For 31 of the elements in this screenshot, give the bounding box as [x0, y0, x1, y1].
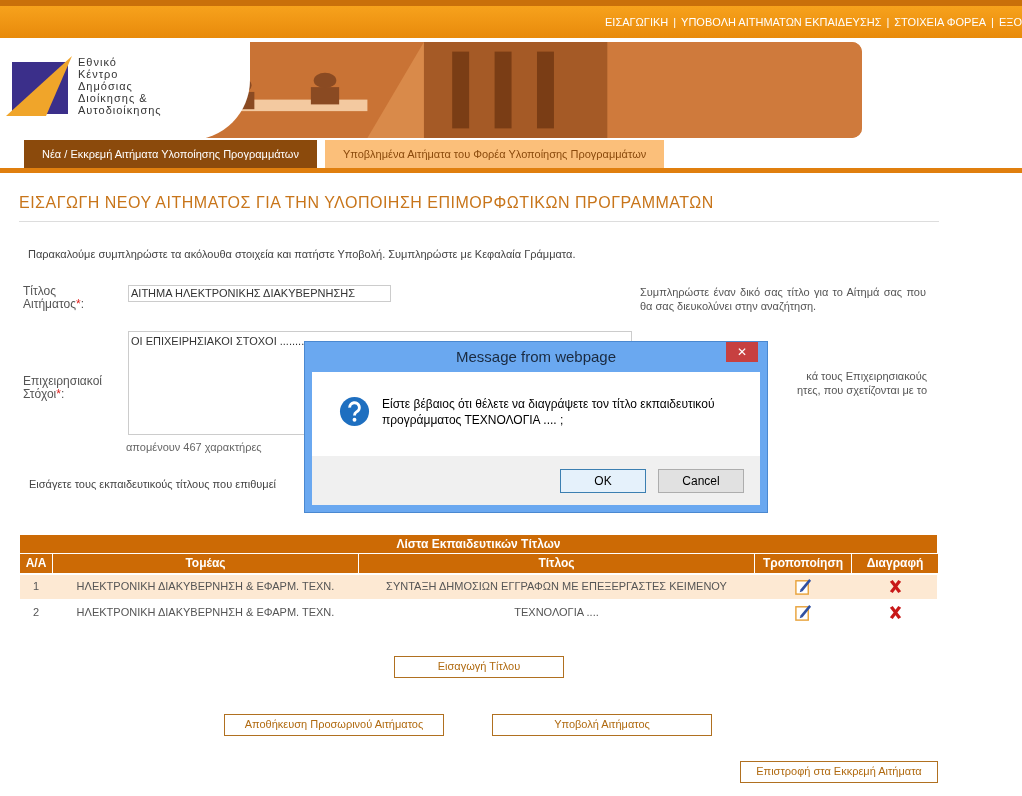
- column-header: Διαγραφή: [852, 553, 938, 573]
- nav-separator: |: [886, 14, 890, 30]
- field-label: Επιχειρησιακοί Στόχοι*:: [22, 374, 103, 401]
- char-counter: απομένουν 467 χαρακτήρες: [126, 439, 263, 455]
- table-cell-text: ΤΕΧΝΟΛΟΓΙΑ ....: [513, 605, 600, 621]
- table-caption: Λίστα Εκπαιδευτικών Τίτλων: [20, 534, 937, 553]
- logo-text: Διοίκησης &: [78, 92, 148, 104]
- help-text: ητες, που σχετίζονται με το: [795, 382, 927, 397]
- logo-text: Αυτοδιοίκησης: [78, 104, 162, 116]
- column-header: Τροποποίηση: [755, 553, 851, 573]
- field-label: Τίτλος Αιτήματος*:: [22, 284, 85, 311]
- logo-text: Κέντρο: [78, 68, 119, 80]
- table-cell-text: 2: [31, 605, 41, 621]
- nav-separator: |: [991, 14, 994, 30]
- help-text: κά τους Επιχειρησιακούς: [805, 368, 927, 383]
- table-cell-text: ΗΛΕΚΤΡΟΝΙΚΗ ΔΙΑΚΥΒΕΡΝΗΣΗ & ΕΦΑΡΜ. ΤΕΧΝ.: [75, 579, 336, 595]
- table-cell-text: ΗΛΕΚΤΡΟΝΙΚΗ ΔΙΑΚΥΒΕΡΝΗΣΗ & ΕΦΑΡΜ. ΤΕΧΝ.: [75, 605, 336, 621]
- help-text: Συμπληρώστε έναν δικό σας τίτλο για το Αίτημά σας που θα σας διευκολύνει στην αναζήτηση.: [640, 284, 926, 313]
- page-title: ΕΙΣΑΓΩΓΗ ΝΕΟΥ ΑΙΤΗΜΑΤΟΣ ΓΙΑ ΤΗΝ ΥΛΟΠΟΙΗΣΗ ΕΠΙΜΟΡΦΩΤΙΚΩΝ ΠΡΟΓΡΑΜΜΑΤΩΝ: [19, 191, 939, 222]
- dialog-message: Είστε βέβαιος ότι θέλετε να διαγράψετε τον τίτλο εκπαιδευτικού προγράμματος ΤΕΧΝΟΛΟΓΙΑ .... ;: [382, 396, 716, 428]
- instruction-text: Παρακαλούμε συμπληρώστε τα ακόλουθα στοιχεία και πατήστε Υποβολή. Συμπληρώστε με Κεφαλαία Γράμματα.: [28, 247, 577, 262]
- nav-separator: |: [673, 14, 677, 30]
- instruction-text: Εισάγετε τους εκπαιδευτικούς τίτλους που επιθυμεί: [29, 477, 276, 492]
- column-header: Α/Α: [20, 553, 52, 573]
- logo-text: Εθνικό: [78, 56, 118, 68]
- table-cell-text: ΣΥΝΤΑΞΗ ΔΗΜΟΣΙΩΝ ΕΓΓΡΑΦΩΝ ΜΕ ΕΠΕΞΕΡΓΑΣΤΕΣ ΚΕΙΜΕΝΟΥ: [385, 579, 728, 595]
- table-cell-text: 1: [31, 579, 41, 595]
- column-header: Τίτλος: [359, 553, 754, 573]
- logo-text: Δημόσιας: [78, 80, 133, 92]
- column-header: Τομέας: [53, 553, 358, 573]
- dialog-title: Message from webpage: [455, 346, 617, 367]
